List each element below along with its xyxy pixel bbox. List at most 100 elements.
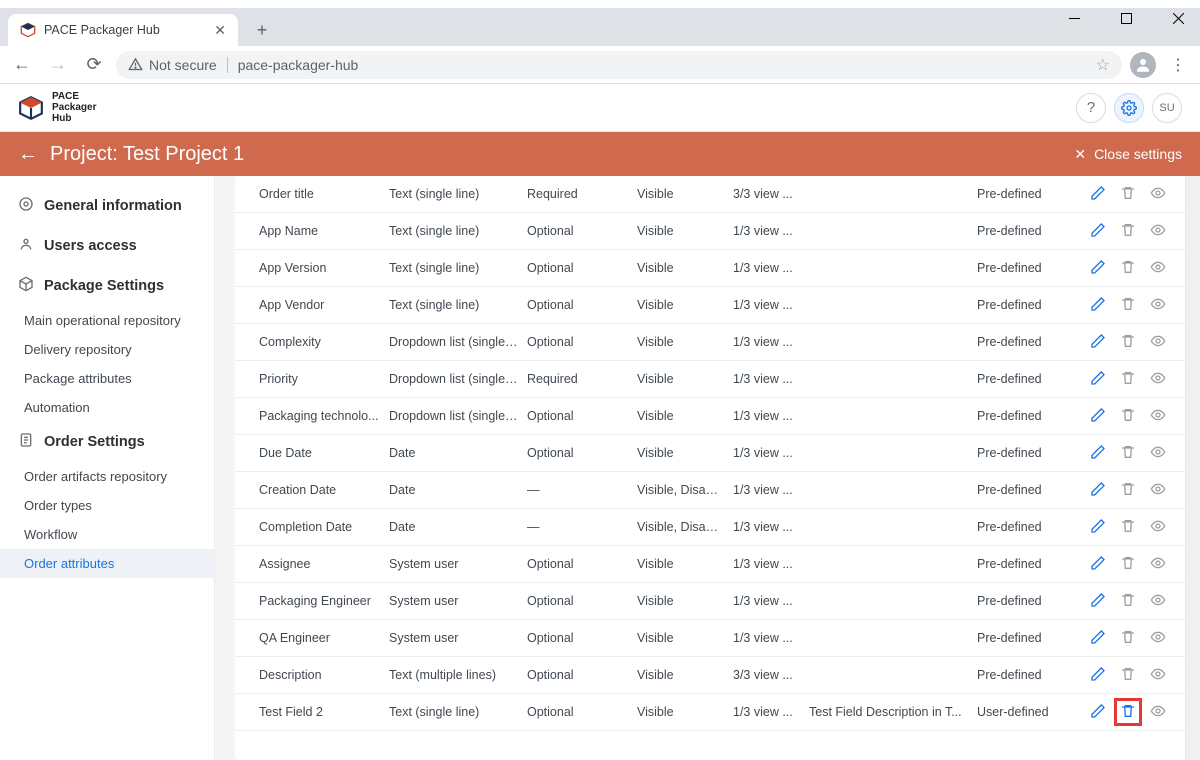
sidebar-item-delivery-repository[interactable]: Delivery repository xyxy=(0,335,214,364)
project-back-button[interactable]: ← xyxy=(18,143,38,166)
delete-button[interactable] xyxy=(1117,553,1139,575)
edit-button[interactable] xyxy=(1087,590,1109,612)
user-avatar[interactable]: SU xyxy=(1152,93,1182,123)
pencil-icon xyxy=(1090,370,1106,389)
edit-button[interactable] xyxy=(1087,405,1109,427)
edit-button[interactable] xyxy=(1087,294,1109,316)
sidebar-item-order-types[interactable]: Order types xyxy=(0,491,214,520)
trash-icon xyxy=(1120,259,1136,278)
delete-button[interactable] xyxy=(1117,590,1139,612)
cell-required: Required xyxy=(527,187,637,201)
table-row: Packaging technolo...Dropdown list (sing… xyxy=(235,398,1186,435)
cell-visibility: Visible xyxy=(637,261,733,275)
close-settings-button[interactable]: ✕ Close settings xyxy=(1074,146,1182,163)
cell-defined: Pre-defined xyxy=(977,261,1087,275)
edit-button[interactable] xyxy=(1087,553,1109,575)
visibility-button[interactable] xyxy=(1147,701,1169,723)
edit-button[interactable] xyxy=(1087,220,1109,242)
visibility-button[interactable] xyxy=(1147,516,1169,538)
table-row: DescriptionText (multiple lines)Optional… xyxy=(235,657,1186,694)
delete-button[interactable] xyxy=(1117,701,1139,723)
sidebar-section-package-settings[interactable]: Package Settings xyxy=(0,266,214,306)
edit-button[interactable] xyxy=(1087,479,1109,501)
cell-visibility: Visible xyxy=(637,594,733,608)
edit-button[interactable] xyxy=(1087,183,1109,205)
delete-button[interactable] xyxy=(1117,220,1139,242)
edit-button[interactable] xyxy=(1087,368,1109,390)
visibility-button[interactable] xyxy=(1147,257,1169,279)
delete-button[interactable] xyxy=(1117,627,1139,649)
delete-button[interactable] xyxy=(1117,257,1139,279)
visibility-button[interactable] xyxy=(1147,590,1169,612)
visibility-button[interactable] xyxy=(1147,405,1169,427)
visibility-button[interactable] xyxy=(1147,368,1169,390)
visibility-button[interactable] xyxy=(1147,442,1169,464)
edit-button[interactable] xyxy=(1087,442,1109,464)
sidebar-item-workflow[interactable]: Workflow xyxy=(0,520,214,549)
visibility-button[interactable] xyxy=(1147,664,1169,686)
cell-visibility: Visible xyxy=(637,298,733,312)
app-logo[interactable]: PACE Packager Hub xyxy=(18,91,96,124)
delete-button[interactable] xyxy=(1117,479,1139,501)
cell-required: Optional xyxy=(527,631,637,645)
pencil-icon xyxy=(1090,444,1106,463)
cell-views: 3/3 view ... xyxy=(733,187,809,201)
trash-icon xyxy=(1120,592,1136,611)
sidebar-section-order-settings[interactable]: Order Settings xyxy=(0,422,214,462)
sidebar-section-users-access[interactable]: Users access xyxy=(0,226,214,266)
cell-type: Dropdown list (single c... xyxy=(389,335,527,349)
edit-button[interactable] xyxy=(1087,257,1109,279)
edit-button[interactable] xyxy=(1087,627,1109,649)
eye-icon xyxy=(1150,185,1166,204)
delete-button[interactable] xyxy=(1117,294,1139,316)
window-maximize[interactable] xyxy=(1110,6,1142,30)
sidebar-item-order-artifacts-repository[interactable]: Order artifacts repository xyxy=(0,462,214,491)
delete-button[interactable] xyxy=(1117,516,1139,538)
browser-menu-icon[interactable]: ⋮ xyxy=(1164,55,1192,75)
edit-button[interactable] xyxy=(1087,701,1109,723)
cell-required: Optional xyxy=(527,668,637,682)
browser-tab[interactable]: PACE Packager Hub ✕ xyxy=(8,14,238,46)
delete-button[interactable] xyxy=(1117,331,1139,353)
delete-button[interactable] xyxy=(1117,405,1139,427)
browser-profile-icon[interactable] xyxy=(1130,52,1156,78)
cell-views: 1/3 view ... xyxy=(733,446,809,460)
window-close[interactable] xyxy=(1162,6,1194,30)
project-title: Project: Test Project 1 xyxy=(50,143,244,166)
pencil-icon xyxy=(1090,259,1106,278)
visibility-button[interactable] xyxy=(1147,294,1169,316)
visibility-button[interactable] xyxy=(1147,331,1169,353)
visibility-button[interactable] xyxy=(1147,220,1169,242)
edit-button[interactable] xyxy=(1087,516,1109,538)
eye-icon xyxy=(1150,555,1166,574)
edit-button[interactable] xyxy=(1087,664,1109,686)
edit-button[interactable] xyxy=(1087,331,1109,353)
cell-defined: Pre-defined xyxy=(977,335,1087,349)
sidebar-section-general-information[interactable]: General information xyxy=(0,186,214,226)
trash-icon xyxy=(1120,185,1136,204)
nav-back-button[interactable]: ← xyxy=(8,51,36,79)
cell-type: Date xyxy=(389,520,527,534)
bookmark-icon[interactable]: ☆ xyxy=(1096,55,1110,75)
visibility-button[interactable] xyxy=(1147,479,1169,501)
sidebar-item-automation[interactable]: Automation xyxy=(0,393,214,422)
visibility-button[interactable] xyxy=(1147,183,1169,205)
nav-reload-button[interactable]: ⟳ xyxy=(80,51,108,79)
delete-button[interactable] xyxy=(1117,183,1139,205)
window-minimize[interactable] xyxy=(1058,6,1090,30)
cell-type: System user xyxy=(389,594,527,608)
settings-button[interactable] xyxy=(1114,93,1144,123)
sidebar-item-main-operational-repository[interactable]: Main operational repository xyxy=(0,306,214,335)
help-button[interactable]: ? xyxy=(1076,93,1106,123)
sidebar-item-order-attributes[interactable]: Order attributes xyxy=(0,549,214,578)
visibility-button[interactable] xyxy=(1147,553,1169,575)
delete-button[interactable] xyxy=(1117,664,1139,686)
new-tab-button[interactable]: + xyxy=(248,16,276,44)
tab-close-icon[interactable]: ✕ xyxy=(214,22,226,39)
visibility-button[interactable] xyxy=(1147,627,1169,649)
delete-button[interactable] xyxy=(1117,442,1139,464)
omnibox[interactable]: Not secure pace-packager-hub ☆ xyxy=(116,51,1122,79)
sidebar-item-package-attributes[interactable]: Package attributes xyxy=(0,364,214,393)
delete-button[interactable] xyxy=(1117,368,1139,390)
scrollbar-thumb[interactable] xyxy=(1188,176,1198,326)
